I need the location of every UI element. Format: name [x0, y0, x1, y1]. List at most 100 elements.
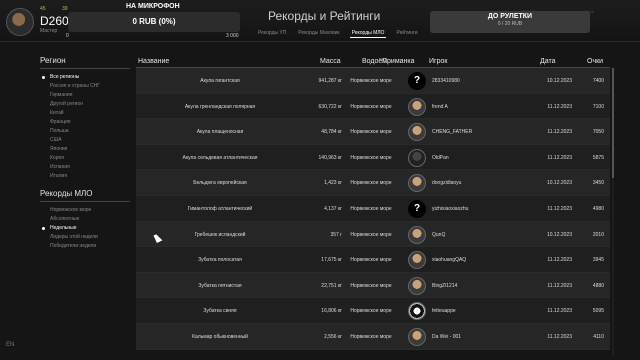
cell-player[interactable]: Da Wei - 001: [432, 334, 461, 340]
sidebar-item-records-2[interactable]: Недельные: [40, 224, 130, 233]
cell-player[interactable]: QunQ: [432, 232, 445, 238]
mic-title: НА МИКРОФОН: [126, 3, 180, 10]
table-row[interactable]: Гребешок исландский 357 г Норвежское море Q…: [136, 221, 610, 248]
sidebar-item-records-1[interactable]: Абсолютные: [40, 215, 130, 224]
cell-mass: 2,556 кг: [324, 333, 342, 340]
sidebar-item-records-4[interactable]: Победители недели: [40, 242, 130, 251]
region-title: Регион: [40, 56, 130, 69]
cell-water: Норвежское море: [350, 333, 392, 340]
table-row[interactable]: Акула гренландская полярная 630,722 кг Нор…: [136, 93, 610, 120]
col-date[interactable]: Дата: [540, 58, 556, 65]
cell-player[interactable]: 2833410980: [432, 78, 460, 84]
table-row[interactable]: Кальмар обыкновенный 2,556 кг Норвежское м…: [136, 323, 610, 350]
cell-mass: 140,963 кг: [318, 154, 342, 161]
player-avatar-icon[interactable]: [408, 302, 426, 321]
table-row[interactable]: Акула гигантская 941,287 кг Норвежское мор…: [136, 68, 610, 94]
player-avatar-icon[interactable]: [408, 148, 426, 167]
col-score[interactable]: Очки: [587, 58, 603, 65]
cell-name: Зубатка полосатая: [198, 257, 242, 264]
player-avatar[interactable]: [6, 8, 34, 36]
scrollbar-thumb[interactable]: [612, 68, 614, 178]
roulette-title: ДО РУЛЕТКИ: [487, 13, 533, 20]
cell-date: 11.12.2023: [547, 205, 572, 212]
cell-score: 7100: [592, 103, 604, 110]
player-avatar-icon[interactable]: [408, 251, 426, 270]
sidebar-item-region-2[interactable]: Германия: [40, 91, 130, 100]
cell-player[interactable]: OldPan: [432, 155, 449, 161]
cell-water: Норвежское море: [350, 282, 392, 289]
col-mass[interactable]: Масса: [320, 58, 341, 65]
cell-name: Акула сельдевая атлантическая: [182, 154, 258, 161]
sidebar-item-records-3[interactable]: Лидеры этой недели: [40, 233, 130, 242]
player-avatar-icon[interactable]: [408, 123, 426, 142]
col-name[interactable]: Название: [138, 58, 169, 65]
cell-mass: 16,806 кг: [321, 308, 342, 315]
sidebar: Регион Все регионы Россия и страны СНГ Гер…: [40, 56, 130, 251]
cell-player[interactable]: yizhixiaoxiaozhu: [432, 206, 468, 212]
unknown-bait-icon[interactable]: ?: [408, 72, 426, 90]
cell-player[interactable]: dongzidiaoyu: [432, 180, 461, 186]
cell-water: Норвежское море: [350, 205, 392, 212]
col-player[interactable]: Игрок: [429, 58, 447, 65]
cell-mass: 4,137 кг: [324, 205, 342, 212]
table-row[interactable]: Акула сельдевая атлантическая 140,963 кг Н…: [136, 144, 610, 171]
sidebar-item-region-8[interactable]: Япония: [40, 145, 130, 154]
player-avatar-icon[interactable]: [408, 225, 426, 244]
unknown-bait-icon[interactable]: ?: [408, 199, 426, 218]
col-bait[interactable]: Приманка: [382, 58, 415, 65]
cell-score: 4880: [592, 282, 604, 289]
cell-name: Акула плащеносная: [196, 129, 244, 136]
table-row[interactable]: Зубатка пятнистая 22,751 кг Норвежское мор…: [136, 272, 610, 299]
table-row[interactable]: Гимантолоф атлантический 4,137 кг Норвежск…: [136, 195, 610, 222]
cell-mass: 48,784 кг: [321, 129, 342, 136]
sidebar-item-region-3[interactable]: Другой регион: [40, 100, 130, 109]
cell-name: Кальмар обыкновенный: [192, 333, 248, 340]
cell-water: Норвежское море: [350, 154, 392, 161]
cell-name: Бельдюга европейская: [193, 180, 247, 187]
player-avatar-icon[interactable]: [408, 327, 426, 346]
cell-player[interactable]: BingZi1214: [432, 283, 457, 289]
cell-score: 3450: [592, 180, 604, 187]
cell-player[interactable]: xiaohuangQAQ: [432, 257, 466, 263]
sidebar-item-region-6[interactable]: Польша: [40, 127, 130, 136]
player-avatar-icon[interactable]: [408, 276, 426, 295]
sidebar-item-region-7[interactable]: США: [40, 136, 130, 145]
tab-records-up[interactable]: Рекорды УП: [256, 29, 288, 38]
player-avatar-icon[interactable]: [408, 174, 426, 193]
cell-date: 11.12.2023: [547, 129, 572, 136]
sidebar-item-region-10[interactable]: Испания: [40, 163, 130, 172]
sidebar-item-records-0[interactable]: Норвежское море: [40, 206, 130, 215]
cell-date: 11.12.2023: [547, 282, 572, 289]
sidebar-item-region-9[interactable]: Корея: [40, 154, 130, 163]
cell-date: 11.12.2023: [547, 103, 572, 110]
cell-player[interactable]: fetteuappe: [432, 308, 456, 314]
cell-water: Норвежское море: [350, 308, 392, 315]
table-row[interactable]: Зубатка полосатая 17,675 кг Норвежское мор…: [136, 247, 610, 273]
tab-records-flywheel[interactable]: Рекорды Маховик: [296, 29, 341, 38]
tab-ratings[interactable]: Рейтинги: [394, 29, 419, 38]
table-row[interactable]: Бельдюга европейская 1,423 кг Норвежское м…: [136, 170, 610, 196]
roulette-button[interactable]: ДО РУЛЕТКИ 0 / 20 RUB: [430, 11, 590, 33]
records-title: Рекорды МЛО: [40, 189, 130, 202]
cell-date: 11.12.2023: [547, 308, 572, 315]
table-row[interactable]: Акула плащеносная 48,784 кг Норвежское мор…: [136, 119, 610, 145]
cell-mass: 630,722 кг: [318, 103, 342, 110]
sidebar-item-region-4[interactable]: Китай: [40, 109, 130, 118]
level-b: 39: [62, 6, 68, 12]
sidebar-item-region-5[interactable]: Франция: [40, 118, 130, 127]
cell-date: 10.12.2023: [546, 231, 572, 238]
cell-player[interactable]: frend A: [432, 104, 448, 110]
sidebar-item-region-1[interactable]: Россия и страны СНГ: [40, 82, 130, 91]
sidebar-item-region-11[interactable]: Италия: [40, 172, 130, 181]
sidebar-item-region-0[interactable]: Все регионы: [40, 73, 130, 82]
table-row[interactable]: Зубатка синяя 16,806 кг Норвежское море fet…: [136, 298, 610, 324]
tab-records-mlo[interactable]: Рекорды МЛО: [349, 29, 387, 38]
roulette-progress: 0 / 20 RUB: [497, 21, 523, 27]
cell-mass: 1,423 кг: [324, 180, 342, 187]
player-name: D260: [40, 14, 69, 28]
cell-player[interactable]: CHENG_FATHER: [432, 129, 472, 135]
cell-date: 10.12.2023: [546, 78, 572, 84]
cell-water: Норвежское море: [350, 129, 392, 136]
cell-water: Норвежское море: [350, 78, 392, 84]
player-avatar-icon[interactable]: [408, 97, 426, 116]
